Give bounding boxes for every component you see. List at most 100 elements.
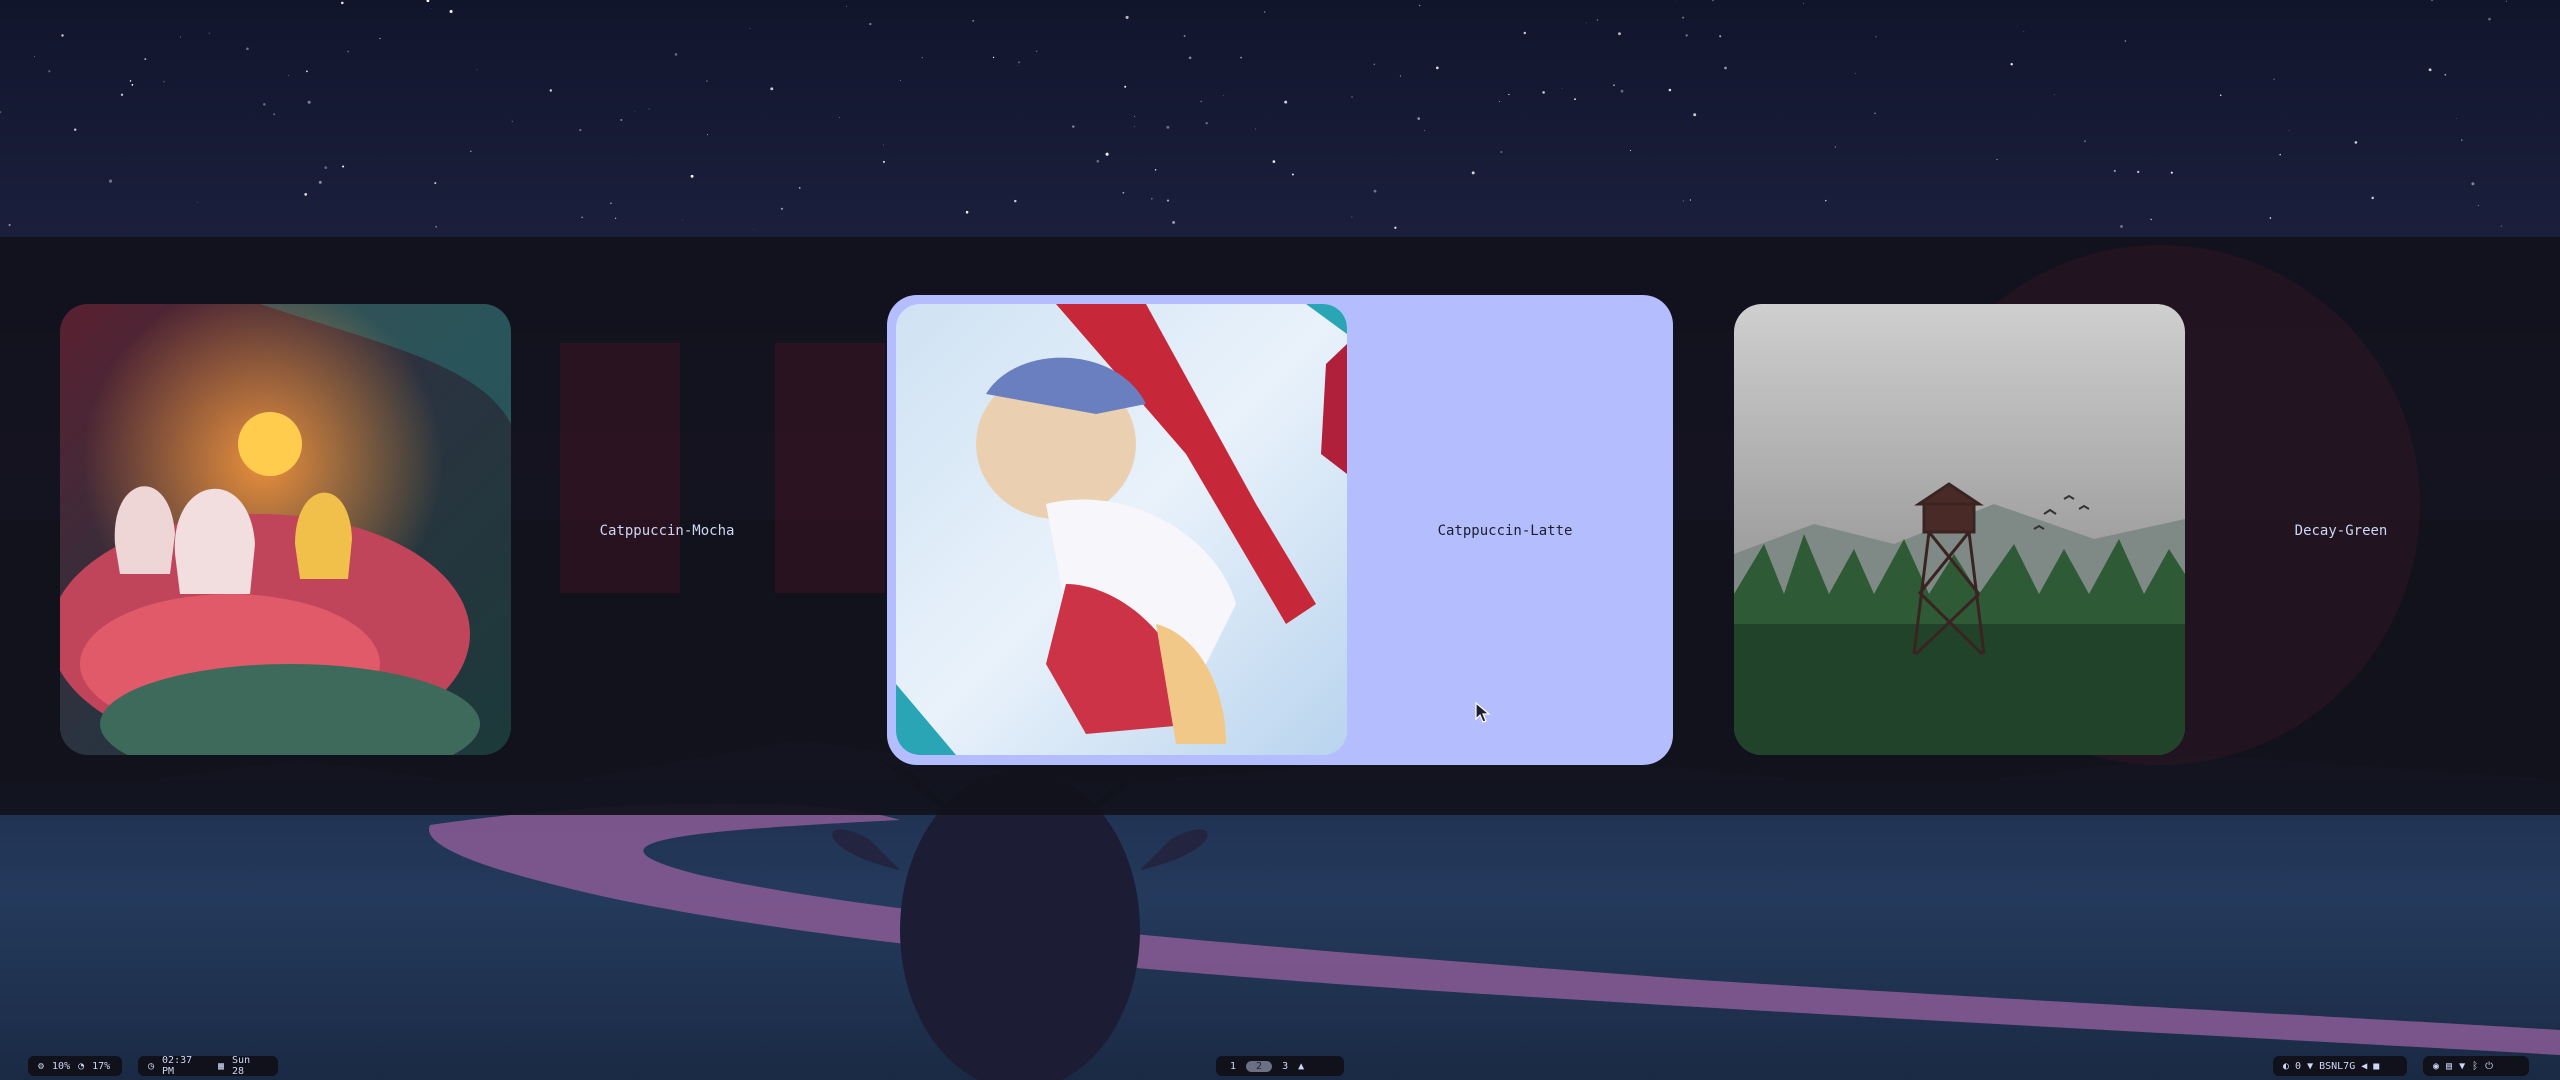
clock-module[interactable]: ◷ 02:37 PM ▦ Sun 28 (138, 1055, 278, 1077)
star (2471, 182, 2475, 186)
star (434, 182, 437, 185)
star (1200, 100, 1202, 103)
palette-icon[interactable]: ◉ (2433, 1061, 2439, 1072)
star (1424, 129, 1425, 131)
star (1183, 35, 1186, 37)
memory-usage: 17% (92, 1060, 111, 1072)
wallpaper-card-tower[interactable] (1734, 304, 2185, 755)
star (2023, 30, 2025, 32)
star (1166, 199, 1170, 202)
bluetooth-icon[interactable]: ᛒ (2472, 1061, 2478, 1072)
star (197, 202, 198, 204)
star (2084, 140, 2086, 143)
star (2455, 117, 2457, 119)
star (648, 108, 650, 110)
brightness-value: 0 (2295, 1060, 2302, 1072)
star (1613, 84, 1615, 86)
workspace-1[interactable]: 1 (1224, 1061, 1242, 1072)
wallpaper-label-decay-green[interactable]: Decay-Green (2295, 523, 2388, 539)
star (1834, 146, 1837, 148)
workspace-2[interactable]: 2 (1246, 1060, 1273, 1072)
star (1351, 96, 1353, 98)
workspace-3[interactable]: 3 (1276, 1061, 1294, 1072)
volume-icon[interactable]: ◀ (2361, 1061, 2367, 1072)
star (1105, 152, 1109, 156)
star (8, 223, 11, 227)
star (2431, 0, 2433, 2)
star (869, 22, 872, 26)
star (1096, 159, 1100, 163)
power-icon[interactable]: ⏻ (2485, 1061, 2493, 1072)
star (2010, 63, 2013, 66)
star (707, 134, 708, 136)
star (208, 32, 210, 34)
star (1284, 100, 1288, 104)
star (246, 47, 249, 51)
star (2137, 170, 2140, 174)
system-stats-module[interactable]: ⚙ 10% ◔ 17% (28, 1056, 122, 1076)
star (470, 150, 472, 152)
star (1125, 15, 1129, 19)
star (307, 100, 311, 104)
star (682, 219, 684, 221)
brightness-icon: ◐ (2283, 1060, 2290, 1072)
star (1712, 0, 1714, 2)
star (1689, 199, 1691, 201)
catppuccin-latte-thumbnail[interactable] (896, 304, 1347, 755)
wallpaper-card-ghosts[interactable] (60, 304, 511, 755)
star (838, 117, 840, 118)
star (144, 58, 147, 61)
star (706, 80, 708, 82)
arch-logo-icon[interactable]: ▲ (1298, 1061, 1304, 1072)
star (1585, 22, 1587, 24)
clipboard-icon[interactable]: ▤ (2446, 1061, 2452, 1072)
star (2170, 171, 2173, 174)
mocha-preview-shape (560, 343, 680, 593)
star (2288, 130, 2290, 132)
star (1172, 220, 1176, 224)
star (426, 0, 430, 3)
star (753, 229, 755, 231)
star (2113, 169, 2116, 172)
star (1561, 87, 1563, 89)
wallpaper-label-catppuccin-mocha[interactable]: Catppuccin-Mocha (600, 523, 735, 539)
star (972, 19, 975, 22)
star (620, 118, 623, 122)
star (131, 83, 134, 86)
star (273, 113, 276, 116)
river (428, 803, 2560, 1055)
star (1124, 85, 1127, 88)
star (1508, 93, 1510, 96)
star (1693, 113, 1697, 117)
star (341, 1, 344, 5)
star (180, 36, 181, 38)
star (1674, 1, 1676, 3)
star (614, 217, 617, 219)
star (1255, 128, 1256, 130)
star (921, 56, 923, 59)
star (1719, 35, 1722, 38)
star (1803, 2, 1805, 4)
memory-icon: ◔ (78, 1060, 85, 1072)
star (0, 111, 2, 113)
star (1542, 91, 1545, 94)
star (2354, 141, 2358, 144)
network-tray-icon[interactable]: ▼ (2459, 1061, 2465, 1072)
star (2444, 73, 2447, 76)
star (347, 50, 350, 53)
star (882, 144, 884, 146)
wallpaper-label-catppuccin-latte[interactable]: Catppuccin-Latte (1438, 523, 1573, 539)
star (992, 56, 995, 59)
lock-icon[interactable]: ■ (2373, 1061, 2379, 1072)
star (581, 216, 583, 219)
star (1471, 171, 1475, 175)
star (1682, 200, 1684, 202)
star (379, 37, 381, 40)
star (2461, 139, 2463, 141)
star (780, 207, 783, 210)
star (609, 202, 612, 205)
cpu-icon: ⚙ (38, 1060, 45, 1072)
star (1500, 151, 1503, 153)
star (324, 166, 328, 170)
status-module[interactable]: ◐ 0 ▼ BSNL7G ◀ ■ (2273, 1056, 2407, 1076)
